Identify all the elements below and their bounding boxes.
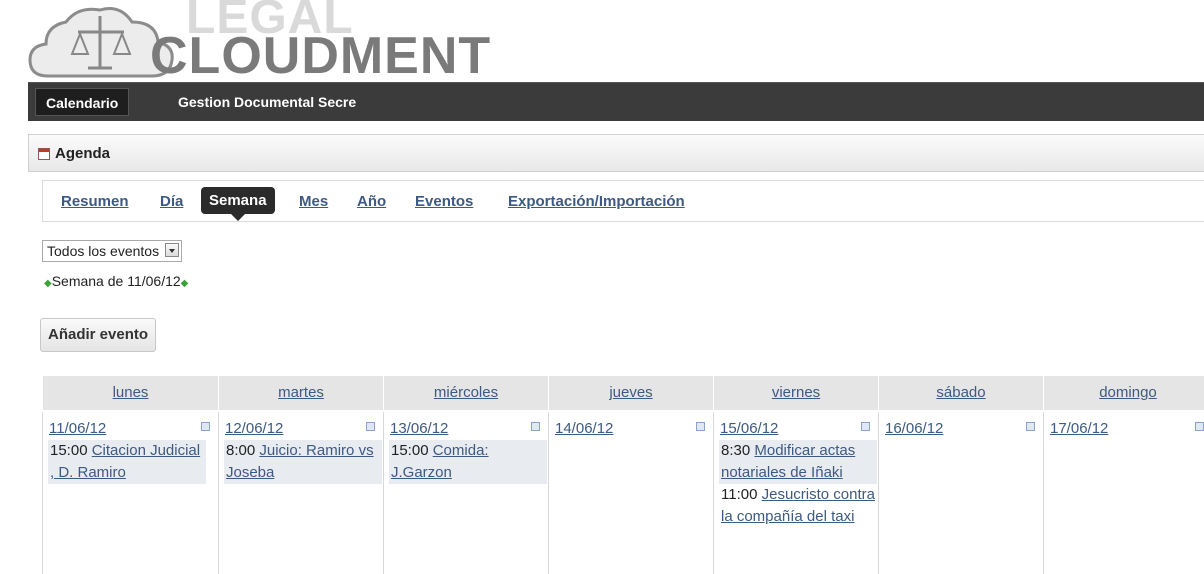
event-time: 11:00 — [721, 486, 758, 503]
event-time: 8:30 — [721, 442, 751, 459]
week-label: Semana de 11/06/12 — [51, 273, 181, 289]
day-cell-miercoles: 13/06/12 15:00 Comida: J.Garzon — [383, 412, 548, 574]
event-time: 8:00 — [226, 442, 256, 459]
view-tabs: Resumen Día Semana Mes Año Eventos Expor… — [42, 180, 1204, 222]
calendar-event: 11:00 Jesucristo contra la compañía del … — [719, 484, 877, 528]
day-header-lunes[interactable]: lunes — [42, 376, 218, 410]
tab-resumen[interactable]: Resumen — [61, 193, 129, 210]
event-time: 15:00 — [50, 442, 88, 459]
day-date-link[interactable]: 13/06/12 — [390, 420, 448, 437]
day-header-jueves[interactable]: jueves — [548, 376, 713, 410]
event-time: 15:00 — [391, 442, 429, 459]
day-date-link[interactable]: 14/06/12 — [555, 420, 613, 437]
logo-text-cloudment: CLOUDMENT — [150, 27, 492, 85]
day-cell-domingo: 17/06/12 — [1043, 412, 1204, 574]
day-header-sabado[interactable]: sábado — [878, 376, 1043, 410]
add-event-button[interactable]: Añadir evento — [40, 318, 157, 352]
tab-eventos[interactable]: Eventos — [415, 193, 473, 210]
calendar-event: 8:30 Modificar actas notariales de Iñaki — [719, 440, 877, 484]
add-event-icon[interactable] — [531, 422, 540, 431]
tab-mes[interactable]: Mes — [299, 193, 328, 210]
day-date-link[interactable]: 17/06/12 — [1050, 420, 1108, 437]
agenda-header: Agenda — [28, 134, 1204, 172]
tab-exportacion-importacion[interactable]: Exportación/Importación — [508, 193, 685, 210]
calendar-event: 15:00 Comida: J.Garzon — [389, 440, 547, 484]
week-calendar: lunes martes miércoles jueves viernes sá… — [42, 376, 1204, 574]
day-cell-lunes: 11/06/12 15:00 Citacion Judicial , D. Ra… — [42, 412, 218, 574]
top-nav: Calendario Gestion Documental Secre — [28, 82, 1204, 121]
add-event-icon[interactable] — [1195, 422, 1204, 431]
calendar-event: 8:00 Juicio: Ramiro vs Joseba — [224, 440, 382, 484]
day-cell-viernes: 15/06/12 8:30 Modificar actas notariales… — [713, 412, 878, 574]
day-header-martes[interactable]: martes — [218, 376, 383, 410]
day-header-miercoles[interactable]: miércoles — [383, 376, 548, 410]
day-header-domingo[interactable]: domingo — [1043, 376, 1204, 410]
tab-dia[interactable]: Día — [160, 193, 183, 210]
day-cell-martes: 12/06/12 8:00 Juicio: Ramiro vs Joseba — [218, 412, 383, 574]
add-event-icon[interactable] — [696, 422, 705, 431]
events-filter-select[interactable]: Todos los eventos — [42, 240, 183, 262]
agenda-title: Agenda — [55, 145, 111, 162]
day-cell-sabado: 16/06/12 — [878, 412, 1043, 574]
events-filter-value: Todos los eventos — [47, 243, 160, 259]
nav-calendario[interactable]: Calendario — [35, 88, 130, 116]
day-date-link[interactable]: 15/06/12 — [720, 420, 778, 437]
add-event-icon[interactable] — [861, 422, 870, 431]
add-event-icon[interactable] — [1026, 422, 1035, 431]
add-event-icon[interactable] — [201, 422, 210, 431]
day-date-link[interactable]: 12/06/12 — [225, 420, 283, 437]
nav-gestion-documental[interactable]: Gestion Documental Secre — [168, 88, 366, 116]
week-navigation: ◆Semana de 11/06/12◆ — [44, 273, 188, 289]
day-cell-jueves: 14/06/12 — [548, 412, 713, 574]
calendar-header: lunes martes miércoles jueves viernes sá… — [42, 376, 1204, 410]
day-date-link[interactable]: 16/06/12 — [885, 420, 943, 437]
calendar-icon — [38, 148, 50, 160]
tab-semana[interactable]: Semana — [201, 187, 275, 221]
calendar-event: 15:00 Citacion Judicial , D. Ramiro — [48, 440, 206, 484]
app-logo: LEGAL CLOUDMENT — [28, 0, 492, 85]
chevron-down-icon[interactable] — [165, 243, 180, 257]
add-event-icon[interactable] — [366, 422, 375, 431]
tab-ano[interactable]: Año — [357, 193, 386, 210]
day-header-viernes[interactable]: viernes — [713, 376, 878, 410]
day-date-link[interactable]: 11/06/12 — [49, 420, 106, 437]
next-week-arrow-icon[interactable]: ◆ — [181, 278, 189, 289]
previous-week-arrow-icon[interactable]: ◆ — [44, 278, 52, 289]
